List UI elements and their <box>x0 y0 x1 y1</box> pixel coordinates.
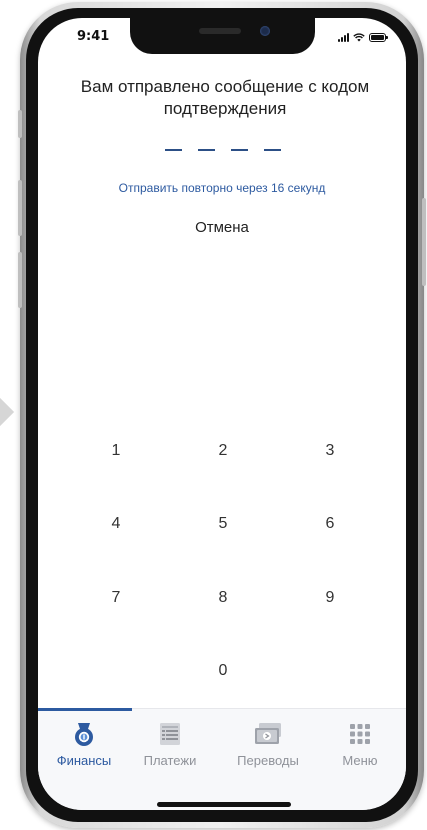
volume-down-button <box>18 252 22 308</box>
payments-icon <box>130 719 210 749</box>
tab-finance-label: Финансы <box>56 753 112 768</box>
tab-transfers-label: Переводы <box>237 753 299 768</box>
code-digit-slot <box>198 149 215 151</box>
cancel-button[interactable]: Отмена <box>172 219 272 236</box>
key-7[interactable]: 7 <box>86 578 146 618</box>
transfers-icon <box>228 719 308 749</box>
finance-icon <box>44 719 124 749</box>
previous-arrow-icon[interactable] <box>0 397 15 427</box>
mute-switch <box>18 110 22 138</box>
home-indicator[interactable] <box>157 802 291 807</box>
key-3[interactable]: 3 <box>300 431 360 471</box>
verification-message: Вам отправлено сообщение с кодом подтвер… <box>80 77 370 118</box>
code-digit-slot <box>165 149 182 151</box>
screen: 9:41 Вам отправлено сообщение с кодом по… <box>38 18 406 810</box>
code-input[interactable] <box>165 149 281 151</box>
numeric-keypad: 1 2 3 4 5 6 7 8 9 0 <box>38 18 406 810</box>
tab-menu[interactable]: Меню <box>320 719 400 775</box>
code-digit-slot <box>264 149 281 151</box>
menu-grid-icon <box>320 719 400 749</box>
speaker <box>199 28 241 34</box>
power-button <box>422 198 426 286</box>
stage: 9:41 Вам отправлено сообщение с кодом по… <box>0 0 427 830</box>
key-4[interactable]: 4 <box>86 504 146 544</box>
notch <box>130 18 315 54</box>
tab-transfers[interactable]: Переводы <box>228 719 308 775</box>
resend-timer-text: Отправить повторно через 16 секунд <box>118 181 326 195</box>
tab-menu-label: Меню <box>342 753 378 768</box>
battery-icon <box>369 33 388 42</box>
status-time: 9:41 <box>77 29 110 44</box>
front-camera <box>260 26 270 36</box>
cellular-signal-icon <box>338 32 349 42</box>
tab-payments-label: Платежи <box>143 753 197 768</box>
key-2[interactable]: 2 <box>193 431 253 471</box>
status-icons <box>338 32 388 42</box>
key-8[interactable]: 8 <box>193 578 253 618</box>
key-9[interactable]: 9 <box>300 578 360 618</box>
code-digit-slot <box>231 149 248 151</box>
key-1[interactable]: 1 <box>86 431 146 471</box>
wifi-icon <box>353 33 365 42</box>
active-tab-indicator <box>38 708 132 711</box>
tab-bar: Финансы Платежи Переводы Меню <box>38 708 406 810</box>
tab-payments[interactable]: Платежи <box>130 719 210 775</box>
key-5[interactable]: 5 <box>193 504 253 544</box>
volume-up-button <box>18 180 22 236</box>
key-0[interactable]: 0 <box>193 651 253 691</box>
key-6[interactable]: 6 <box>300 504 360 544</box>
tab-finance[interactable]: Финансы <box>44 719 124 775</box>
